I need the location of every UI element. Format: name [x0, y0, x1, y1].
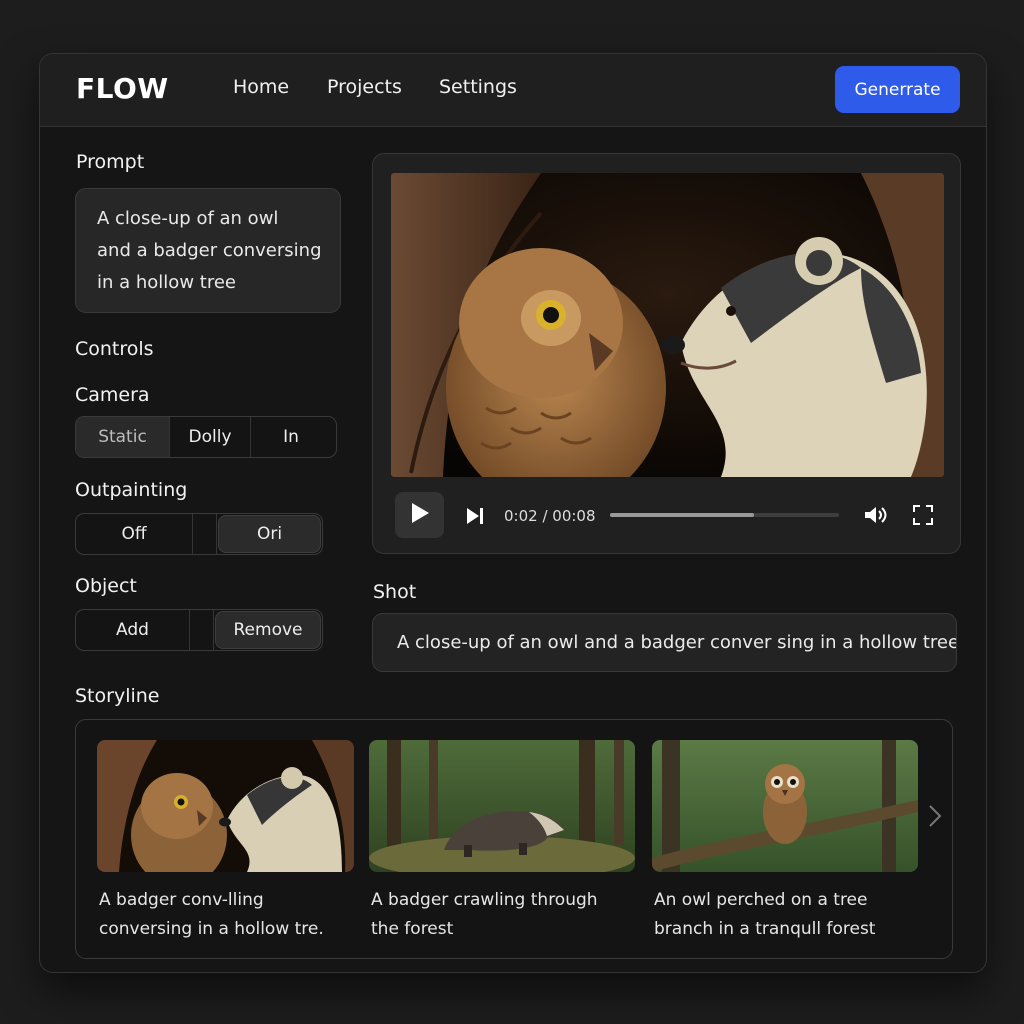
progress-fill — [610, 513, 755, 517]
storyline-panel: A badger conv-lling conversing in a holl… — [75, 719, 953, 959]
object-label: Object — [75, 575, 137, 597]
outpainting-label: Outpainting — [75, 479, 188, 501]
shot-input[interactable]: A close-up of an owl and a badger conver… — [372, 613, 957, 672]
segment-divider — [193, 514, 217, 554]
storyline-caption: An owl perched on a tree branch in a tra… — [654, 886, 918, 944]
chevron-right-icon[interactable] — [928, 804, 942, 832]
outpainting-option-ori[interactable]: Ori — [218, 515, 321, 553]
object-selector: Add Remove — [75, 609, 323, 651]
progress-bar[interactable] — [610, 513, 839, 517]
storyline-label: Storyline — [75, 685, 160, 707]
storyline-card[interactable]: A badger crawling through the forest — [369, 740, 635, 944]
time-readout: 0:02 / 00:08 — [504, 507, 596, 525]
prompt-input[interactable]: A close-up of an owl and a badger conver… — [75, 188, 341, 313]
storyline-caption: A badger crawling through the forest — [371, 886, 635, 944]
prompt-line: A close-up of an owl — [97, 208, 279, 229]
storyline-card[interactable]: An owl perched on a tree branch in a tra… — [652, 740, 918, 944]
app-window: FLOW Home Projects Settings Generrate Pr… — [39, 53, 987, 973]
prompt-line: and a badger conversing — [97, 240, 322, 261]
storyline-caption: A badger conv-lling conversing in a holl… — [99, 886, 354, 944]
object-option-remove[interactable]: Remove — [215, 611, 321, 649]
shot-label: Shot — [373, 581, 417, 603]
prompt-label: Prompt — [76, 151, 145, 173]
caption-line: branch in a tranqull forest — [654, 919, 876, 939]
fullscreen-icon[interactable] — [913, 505, 933, 529]
camera-option-dolly[interactable]: Dolly — [170, 417, 251, 457]
camera-option-static[interactable]: Static — [76, 417, 170, 457]
nav-home[interactable]: Home — [233, 76, 289, 98]
storyline-thumbnail — [652, 740, 918, 872]
storyline-card[interactable]: A badger conv-lling conversing in a holl… — [97, 740, 354, 944]
play-button[interactable] — [395, 492, 444, 538]
outpainting-option-off[interactable]: Off — [76, 514, 193, 554]
outpainting-selector: Off Ori — [75, 513, 323, 555]
video-frame-image — [391, 173, 944, 477]
controls-heading: Controls — [75, 338, 154, 360]
nav-settings[interactable]: Settings — [439, 76, 517, 98]
prompt-line: in a hollow tree — [97, 272, 236, 293]
nav-projects[interactable]: Projects — [327, 76, 402, 98]
camera-selector: Static Dolly In — [75, 416, 337, 458]
segment-divider — [190, 610, 214, 650]
object-option-add[interactable]: Add — [76, 610, 190, 650]
top-bar: FLOW Home Projects Settings Generrate — [40, 54, 986, 127]
play-icon — [410, 502, 430, 528]
skip-next-icon[interactable] — [466, 507, 484, 529]
caption-line: A badger crawling through — [371, 890, 598, 910]
video-frame[interactable] — [391, 173, 944, 477]
camera-label: Camera — [75, 384, 150, 406]
video-player: 0:02 / 00:08 — [372, 153, 961, 554]
caption-line: the forest — [371, 919, 454, 939]
app-logo: FLOW — [76, 72, 169, 105]
caption-line: A badger conv-lling — [99, 890, 264, 910]
caption-line: An owl perched on a tree — [654, 890, 868, 910]
volume-icon[interactable] — [864, 505, 890, 529]
caption-line: conversing in a hollow tre. — [99, 919, 324, 939]
generate-button[interactable]: Generrate — [835, 66, 960, 113]
storyline-thumbnail — [369, 740, 635, 872]
camera-option-in[interactable]: In — [251, 417, 331, 457]
storyline-thumbnail — [97, 740, 354, 872]
